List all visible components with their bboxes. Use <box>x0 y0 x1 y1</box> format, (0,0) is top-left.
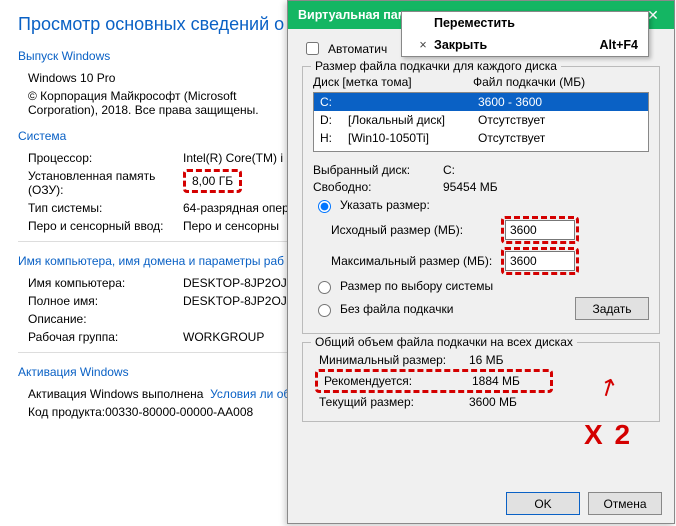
fn-label: Полное имя: <box>28 294 183 308</box>
cn-label: Имя компьютера: <box>28 276 183 290</box>
set-button[interactable]: Задать <box>575 297 649 320</box>
initial-size-input[interactable] <box>505 220 575 240</box>
systype-value: 64-разрядная опер <box>183 201 289 215</box>
no-pagefile-label: Без файла подкачки <box>340 302 453 316</box>
per-drive-group: Размер файла подкачки для каждого диска … <box>302 66 660 334</box>
desc-label: Описание: <box>28 312 183 326</box>
ram-label: Установленная память (ОЗУ): <box>28 169 183 197</box>
total-group-title: Общий объем файла подкачки на всех диска… <box>311 335 577 349</box>
product-id-label: Код продукта: <box>28 405 105 419</box>
max-size-input[interactable] <box>505 251 575 271</box>
fn-value: DESKTOP-8JP2OJT <box>183 294 294 308</box>
systype-label: Тип системы: <box>28 201 183 215</box>
initial-size-label: Исходный размер (МБ): <box>331 223 501 237</box>
min-size-value: 16 МБ <box>469 353 504 367</box>
annotation-times-two: X 2 <box>584 419 632 451</box>
current-size-value: 3600 МБ <box>469 395 517 409</box>
current-size-label: Текущий размер: <box>319 395 469 409</box>
wg-label: Рабочая группа: <box>28 330 183 344</box>
custom-size-radio[interactable] <box>318 200 331 213</box>
min-size-label: Минимальный размер: <box>319 353 469 367</box>
disk-row[interactable]: C: 3600 - 3600 <box>314 93 648 111</box>
ram-value-highlight: 8,00 ГБ <box>183 169 242 193</box>
initial-size-highlight <box>501 216 579 244</box>
disk-row[interactable]: D: [Локальный диск] Отсутствует <box>314 111 648 129</box>
selected-disk-label: Выбранный диск: <box>313 163 443 177</box>
recommended-label: Рекомендуется: <box>324 374 472 388</box>
pen-value: Перо и сенсорны <box>183 219 279 233</box>
system-managed-label: Размер по выбору системы <box>340 279 493 293</box>
menu-move[interactable]: Переместить <box>402 12 648 34</box>
wg-value: WORKGROUP <box>183 330 264 344</box>
close-icon: × <box>412 38 434 52</box>
product-id-value: 00330-80000-00000-AA008 <box>105 405 253 419</box>
cpu-label: Процессор: <box>28 151 183 165</box>
disk-row[interactable]: H: [Win10-1050Ti] Отсутствует <box>314 129 648 147</box>
menu-close[interactable]: × Закрыть Alt+F4 <box>402 34 648 56</box>
per-drive-group-title: Размер файла подкачки для каждого диска <box>311 59 561 73</box>
activation-text: Активация Windows выполнена <box>28 387 203 401</box>
pen-label: Перо и сенсорный ввод: <box>28 219 183 233</box>
copyright-text: © Корпорация Майкрософт (Microsoft Corpo… <box>28 89 268 117</box>
auto-manage-checkbox[interactable] <box>306 42 319 55</box>
ok-button[interactable]: OK <box>506 492 580 515</box>
window-system-menu: Переместить × Закрыть Alt+F4 <box>401 11 649 57</box>
custom-size-label: Указать размер: <box>340 198 430 212</box>
cancel-button[interactable]: Отмена <box>588 492 662 515</box>
max-size-highlight <box>501 247 579 275</box>
selected-disk-value: C: <box>443 163 455 177</box>
windows-release: Windows 10 Pro <box>28 71 115 85</box>
system-managed-radio[interactable] <box>318 281 331 294</box>
auto-manage-label: Автоматич <box>328 42 387 56</box>
disk-head-pf: Файл подкачки (МБ) <box>473 75 585 89</box>
no-pagefile-radio[interactable] <box>318 304 331 317</box>
free-space-value: 95454 МБ <box>443 180 498 194</box>
recommended-value: 1884 МБ <box>472 374 520 388</box>
free-space-label: Свободно: <box>313 180 443 194</box>
cpu-value: Intel(R) Core(TM) i <box>183 151 283 165</box>
disk-list[interactable]: C: 3600 - 3600 D: [Локальный диск] Отсут… <box>313 92 649 152</box>
disk-head-drive: Диск [метка тома] <box>313 75 473 89</box>
max-size-label: Максимальный размер (МБ): <box>331 254 501 268</box>
cn-value: DESKTOP-8JP2OJT <box>183 276 294 290</box>
